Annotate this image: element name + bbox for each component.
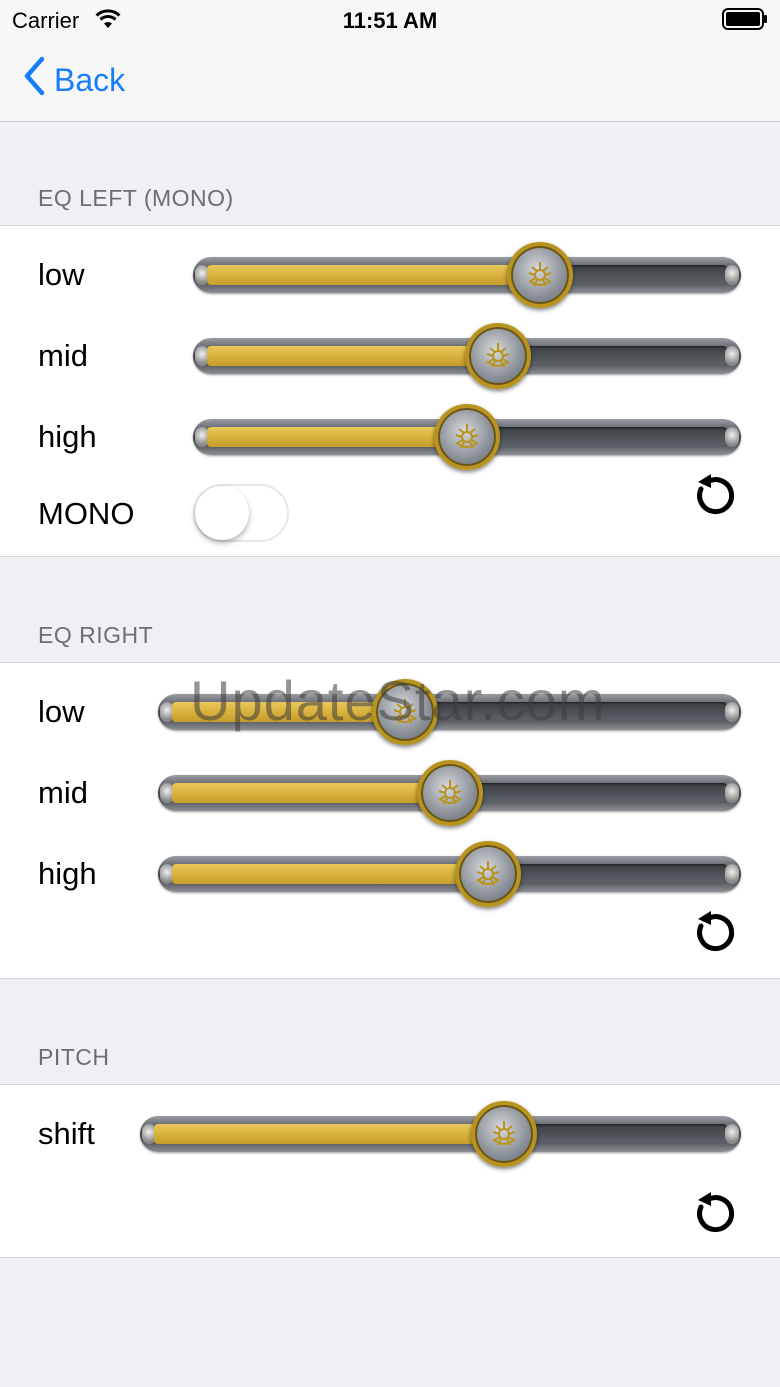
slider-thumb[interactable] <box>470 1101 537 1167</box>
slider-fill <box>172 702 406 722</box>
eq-right-mid-slider[interactable] <box>158 760 741 826</box>
eq-left-mid-slider[interactable] <box>193 323 741 389</box>
eq-right-high-slider[interactable] <box>158 841 741 907</box>
slider-fill <box>172 864 489 884</box>
reset-icon <box>689 474 739 525</box>
status-time: 11:51 AM <box>342 8 438 33</box>
slider-fill <box>154 1124 504 1144</box>
slider-thumb[interactable] <box>434 404 500 470</box>
eq-right-mid-label: mid <box>38 775 88 810</box>
pitch-shift-label: shift <box>38 1116 95 1151</box>
slider-groove <box>172 702 727 722</box>
section-header-eq-left: EQ LEFT (MONO) <box>38 185 234 211</box>
slider-groove <box>172 864 727 884</box>
section-header-eq-right: EQ RIGHT <box>38 622 154 648</box>
slider-groove <box>154 1124 727 1144</box>
back-button[interactable]: Back <box>22 56 126 104</box>
slider-thumb[interactable] <box>506 242 573 308</box>
slider-cap-right <box>725 427 739 447</box>
eq-left-low-slider[interactable] <box>193 242 741 308</box>
slider-fill <box>207 265 540 285</box>
slider-cap-right <box>725 783 739 803</box>
toggle-knob <box>195 486 249 540</box>
slider-cap-right <box>725 702 739 722</box>
eq-left-mid-label: mid <box>38 338 88 373</box>
eq-left-low-label: low <box>38 257 85 292</box>
battery-icon <box>722 8 768 30</box>
slider-thumb[interactable] <box>465 323 532 389</box>
slider-cap-right <box>725 346 739 366</box>
mono-label: MONO <box>38 496 135 531</box>
eq-right-low-label: low <box>38 694 85 729</box>
slider-fill <box>207 427 467 447</box>
eq-left-high-label: high <box>38 419 97 454</box>
reset-icon <box>689 1192 739 1243</box>
status-bar: Carrier 11:51 AM <box>0 0 780 40</box>
slider-thumb[interactable] <box>416 760 483 826</box>
pitch-reset-button[interactable] <box>689 1189 739 1239</box>
reset-icon <box>689 911 739 962</box>
section-header-pitch: PITCH <box>38 1044 110 1070</box>
eq-left-group: low mid high MONO <box>0 225 780 557</box>
mono-toggle[interactable] <box>193 484 289 542</box>
eq-left-reset-button[interactable] <box>689 471 739 521</box>
slider-thumb[interactable] <box>455 841 522 907</box>
slider-cap-right <box>725 265 739 285</box>
eq-right-reset-button[interactable] <box>689 908 739 958</box>
navigation-bar: Back <box>0 40 780 122</box>
eq-right-low-slider[interactable] <box>158 679 741 745</box>
slider-fill <box>207 346 499 366</box>
back-label: Back <box>54 61 126 98</box>
slider-fill <box>172 783 450 803</box>
pitch-shift-slider[interactable] <box>140 1101 741 1167</box>
chevron-left-icon <box>22 56 54 104</box>
slider-groove <box>207 265 727 285</box>
slider-thumb[interactable] <box>372 679 439 745</box>
eq-right-group: low mid high <box>0 662 780 979</box>
eq-right-high-label: high <box>38 856 97 891</box>
pitch-group: shift <box>0 1084 780 1258</box>
slider-cap-right <box>725 1124 739 1144</box>
slider-cap-right <box>725 864 739 884</box>
eq-left-high-slider[interactable] <box>193 404 741 470</box>
